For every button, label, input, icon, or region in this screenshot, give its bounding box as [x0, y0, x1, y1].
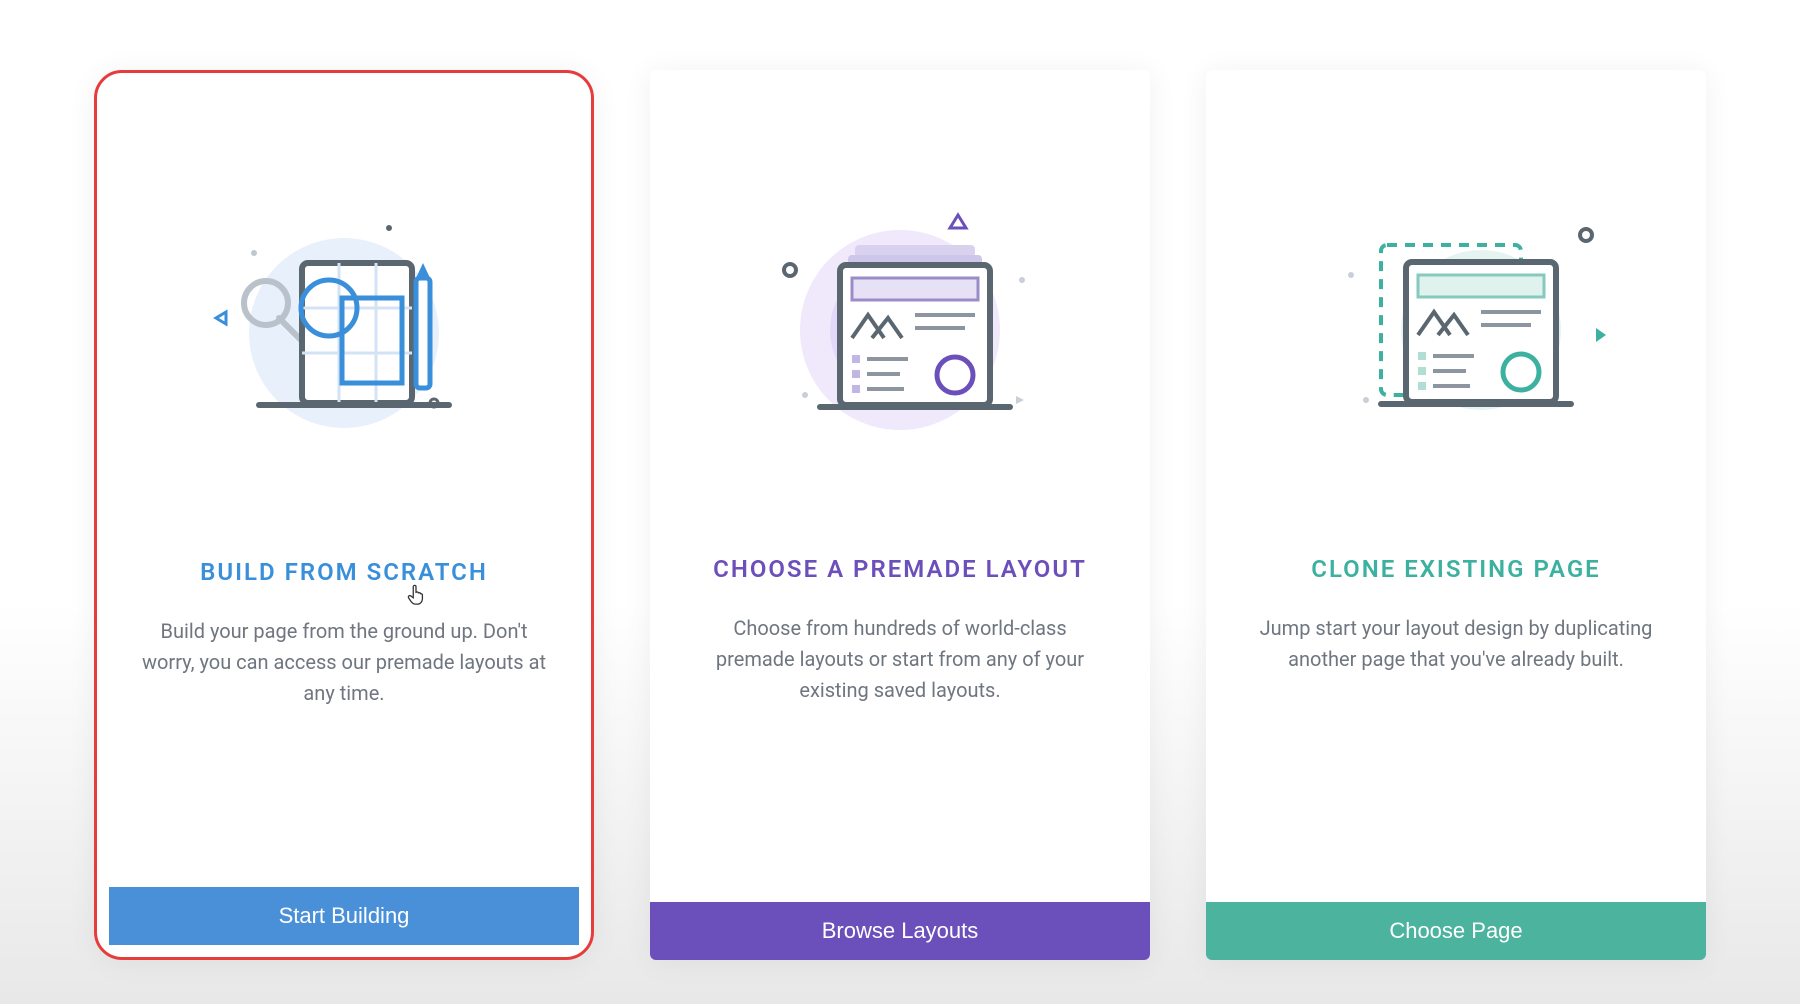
premade-illustration-icon: [650, 150, 1150, 490]
clone-illustration-icon: [1206, 150, 1706, 490]
choose-page-button[interactable]: Choose Page: [1206, 902, 1706, 960]
card-description: Build your page from the ground up. Don'…: [97, 616, 591, 709]
card-clone-existing-page[interactable]: CLONE EXISTING PAGE Jump start your layo…: [1206, 70, 1706, 960]
card-title: CLONE EXISTING PAGE: [1311, 555, 1600, 583]
card-description: Choose from hundreds of world-class prem…: [650, 613, 1150, 706]
browse-layouts-button[interactable]: Browse Layouts: [650, 902, 1150, 960]
card-title: CHOOSE A PREMADE LAYOUT: [713, 555, 1087, 583]
layout-options-panel: BUILD FROM SCRATCH Build your page from …: [80, 70, 1720, 960]
card-title: BUILD FROM SCRATCH: [200, 558, 488, 586]
scratch-illustration-icon: [97, 153, 591, 493]
card-choose-premade-layout[interactable]: CHOOSE A PREMADE LAYOUT Choose from hund…: [650, 70, 1150, 960]
start-building-button[interactable]: Start Building: [109, 887, 579, 945]
card-build-from-scratch[interactable]: BUILD FROM SCRATCH Build your page from …: [94, 70, 594, 960]
card-description: Jump start your layout design by duplica…: [1206, 613, 1706, 675]
